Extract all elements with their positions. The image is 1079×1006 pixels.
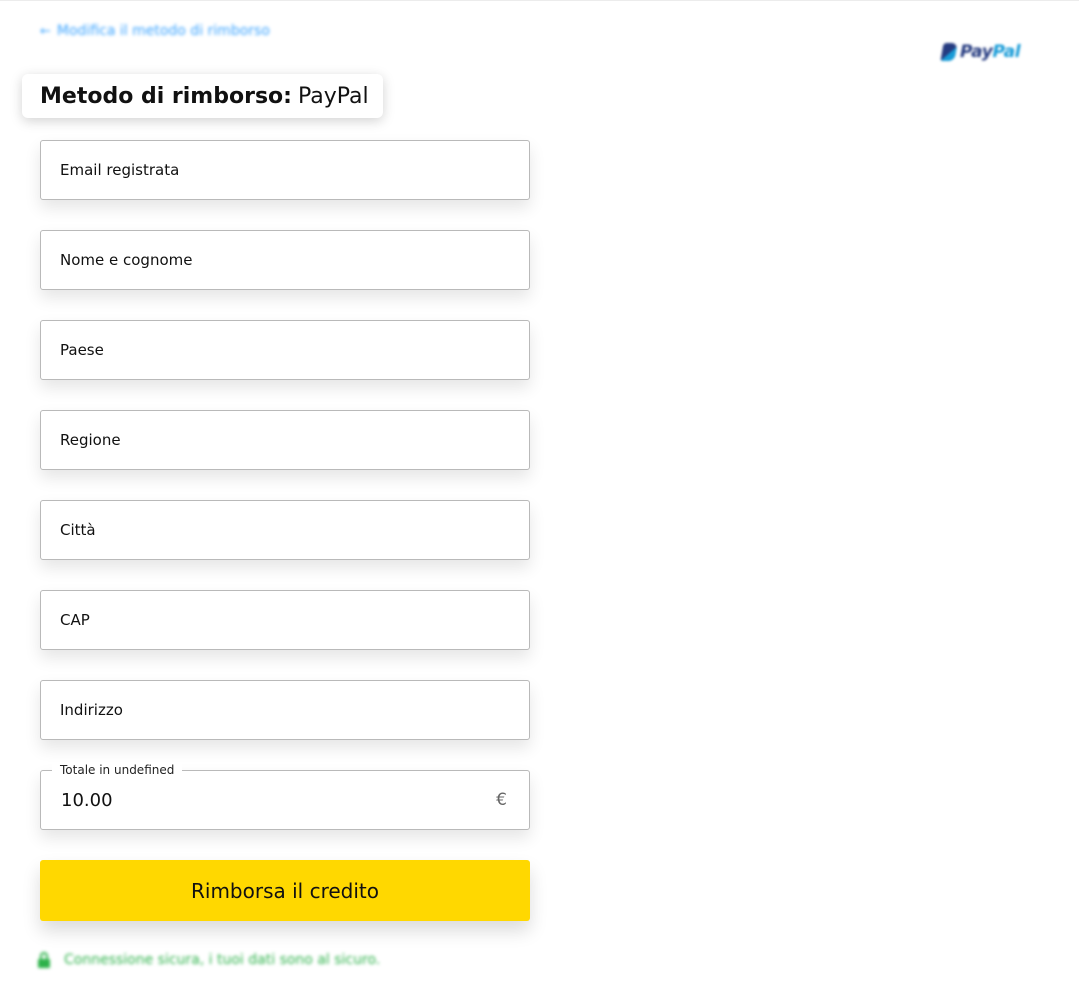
- postal-code-field[interactable]: CAP: [40, 590, 530, 650]
- country-field[interactable]: Paese: [40, 320, 530, 380]
- refund-page: ← Modifica il metodo di rimborso PayPal …: [0, 0, 1079, 1006]
- secure-connection-note: Connessione sicura, i tuoi dati sono al …: [38, 952, 380, 968]
- amount-field[interactable]: Totale in undefined 10.00 €: [40, 762, 530, 830]
- secure-text: Connessione sicura, i tuoi dati sono al …: [64, 952, 381, 968]
- refund-credit-button[interactable]: Rimborsa il credito: [40, 860, 530, 921]
- full-name-field[interactable]: Nome e cognome: [40, 230, 530, 290]
- change-refund-method-link[interactable]: ← Modifica il metodo di rimborso: [40, 23, 270, 39]
- address-placeholder: Indirizzo: [60, 701, 123, 719]
- euro-icon: €: [496, 790, 507, 810]
- city-placeholder: Città: [60, 521, 96, 539]
- refund-method-value: PayPal: [297, 83, 369, 109]
- paypal-logo: PayPal: [940, 42, 1021, 62]
- city-field[interactable]: Città: [40, 500, 530, 560]
- refund-method-header: Metodo di rimborso: PayPal: [22, 74, 383, 118]
- back-link-label: Modifica il metodo di rimborso: [56, 23, 270, 39]
- country-placeholder: Paese: [60, 341, 104, 359]
- region-field[interactable]: Regione: [40, 410, 530, 470]
- email-field[interactable]: Email registrata: [40, 140, 530, 200]
- postal-code-placeholder: CAP: [60, 611, 90, 629]
- region-placeholder: Regione: [60, 431, 121, 449]
- full-name-placeholder: Nome e cognome: [60, 251, 193, 269]
- amount-value: 10.00: [61, 789, 113, 811]
- address-field[interactable]: Indirizzo: [40, 680, 530, 740]
- arrow-left-icon: ←: [40, 23, 51, 39]
- amount-legend: Totale in undefined: [52, 762, 183, 778]
- paypal-p-icon: [940, 43, 958, 61]
- email-placeholder: Email registrata: [60, 161, 180, 179]
- refund-method-label: Metodo di rimborso:: [40, 83, 292, 109]
- lock-icon: [38, 952, 50, 968]
